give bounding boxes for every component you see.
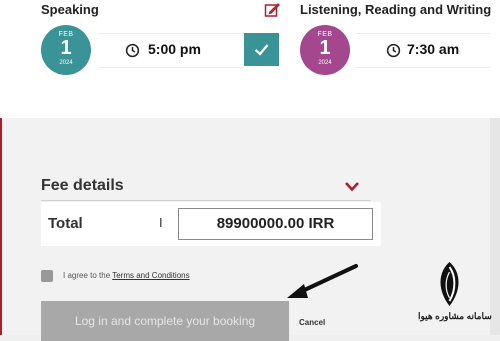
terms-label: I agree to the Terms and Conditions	[63, 271, 190, 280]
speaking-time-field[interactable]: 5:00 pm	[98, 33, 244, 68]
terms-prefix: I agree to the	[63, 271, 113, 280]
scroll-edge	[490, 118, 500, 335]
chevron-down-icon[interactable]	[344, 181, 360, 193]
date-year: 2024	[318, 60, 332, 66]
clock-icon	[386, 43, 401, 58]
lrw-title: Listening, Reading and Writing	[300, 2, 492, 17]
date-day: 1	[319, 37, 331, 59]
lrw-time-field[interactable]: 7:30 am	[356, 33, 490, 68]
total-separator: I	[159, 215, 163, 230]
date-day: 1	[60, 37, 72, 59]
terms-link[interactable]: Terms and Conditions	[112, 271, 189, 280]
divider	[41, 200, 371, 201]
watermark-logo-icon	[440, 262, 459, 306]
clock-icon	[125, 43, 140, 58]
confirm-check-button[interactable]	[244, 33, 279, 66]
watermark-text: سامانه مشاوره هیوا	[418, 311, 492, 321]
speaking-time: 5:00 pm	[148, 41, 201, 57]
date-year: 2024	[59, 60, 73, 66]
total-amount: 89900000.00 IRR	[178, 208, 373, 240]
edit-icon[interactable]	[264, 2, 280, 18]
test-schedule-panel: Speaking Listening, Reading and Writing …	[0, 0, 500, 118]
accent-edge	[0, 118, 2, 335]
lrw-date-badge: FEB 1 2024	[300, 25, 350, 75]
arrow-annotation-icon	[287, 264, 358, 298]
login-complete-booking-button[interactable]: Log in and complete your booking	[41, 301, 289, 341]
speaking-date-badge: FEB 1 2024	[41, 25, 91, 75]
check-icon	[254, 44, 269, 56]
fee-details-title: Fee details	[41, 177, 124, 194]
total-label: Total	[48, 215, 83, 232]
lrw-time: 7:30 am	[407, 41, 460, 57]
cancel-link[interactable]: Cancel	[299, 318, 325, 327]
total-row: Total I 89900000.00 IRR	[41, 202, 381, 246]
speaking-title: Speaking	[41, 2, 99, 17]
terms-checkbox[interactable]	[41, 270, 53, 282]
